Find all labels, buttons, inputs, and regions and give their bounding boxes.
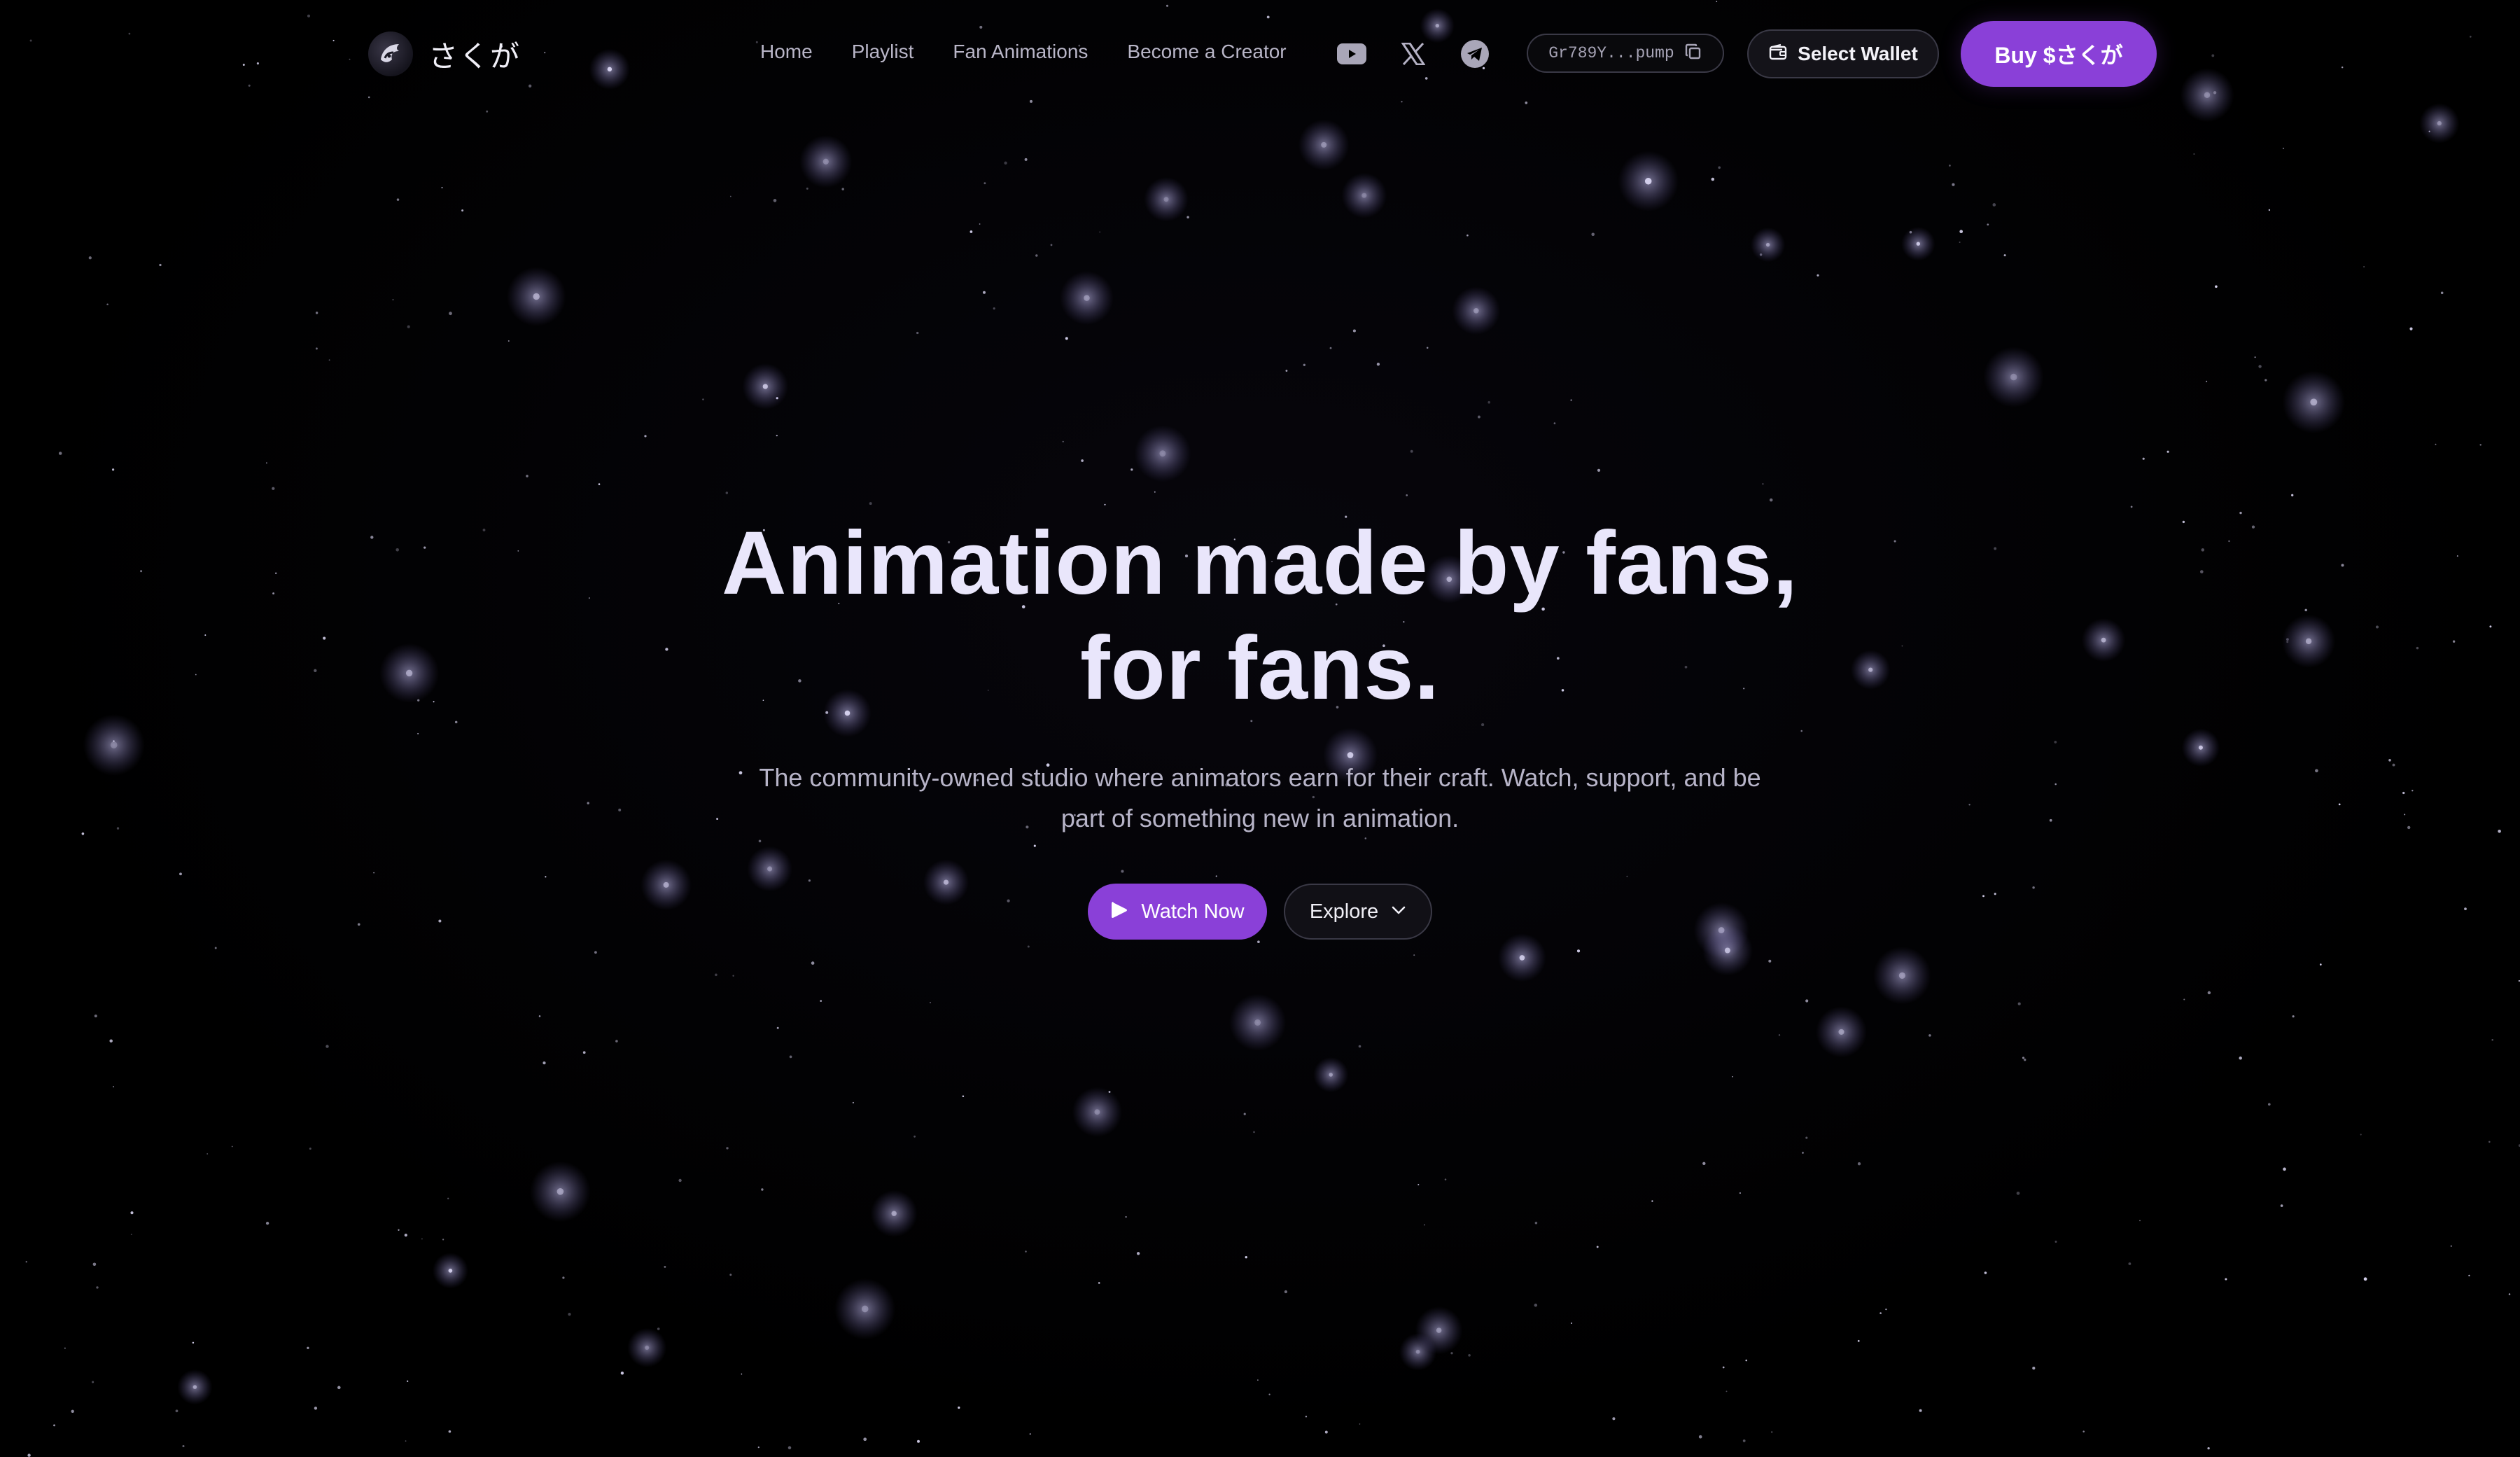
select-wallet-button[interactable]: Select Wallet — [1747, 29, 1939, 78]
top-navbar: さくが Home Playlist Fan Animations Become … — [0, 0, 2520, 108]
primary-nav: Home Playlist Fan Animations Become a Cr… — [760, 41, 1287, 63]
select-wallet-label: Select Wallet — [1798, 43, 1918, 64]
wallet-icon — [1768, 43, 1788, 66]
hero-title: Animation made by fans, for fans. — [0, 511, 2520, 721]
nav-link-fan-animations[interactable]: Fan Animations — [953, 41, 1088, 63]
landing-page: さくが Home Playlist Fan Animations Become … — [0, 0, 2520, 1457]
chevron-down-icon — [1391, 905, 1406, 919]
brand-name: さくが — [428, 39, 522, 73]
hero-subtitle: The community-owned studio where animato… — [759, 763, 1761, 832]
hero-title-line-2: for fans. — [1080, 618, 1440, 718]
watch-now-button[interactable]: Watch Now — [1088, 884, 1267, 940]
nav-link-become-creator[interactable]: Become a Creator — [1127, 41, 1286, 63]
nav-link-playlist[interactable]: Playlist — [852, 41, 914, 63]
contract-address: Gr789Y...pump — [1548, 44, 1674, 62]
explore-dropdown-button[interactable]: Explore — [1284, 884, 1432, 940]
buy-token-button[interactable]: Buy $さくが — [1961, 21, 2157, 87]
hero-actions: Watch Now Explore — [0, 884, 2520, 940]
watch-now-label: Watch Now — [1141, 900, 1245, 923]
x-icon[interactable] — [1397, 38, 1429, 70]
youtube-icon[interactable] — [1336, 38, 1368, 70]
starfield-background — [25, 1, 2520, 1457]
contract-address-copy[interactable]: Gr789Y...pump — [1527, 34, 1724, 73]
nav-link-home[interactable]: Home — [760, 41, 813, 63]
explore-label: Explore — [1309, 900, 1379, 923]
anime-character-logo-icon — [368, 32, 413, 76]
copy-icon — [1684, 43, 1702, 64]
social-links — [1336, 38, 1491, 70]
brand-home-link[interactable]: さくが — [368, 31, 521, 77]
play-icon — [1110, 900, 1128, 923]
telegram-icon[interactable] — [1459, 38, 1491, 70]
buy-token-label: Buy $さくが — [1994, 43, 2123, 68]
hero-title-line-1: Animation made by fans, — [722, 513, 1798, 613]
